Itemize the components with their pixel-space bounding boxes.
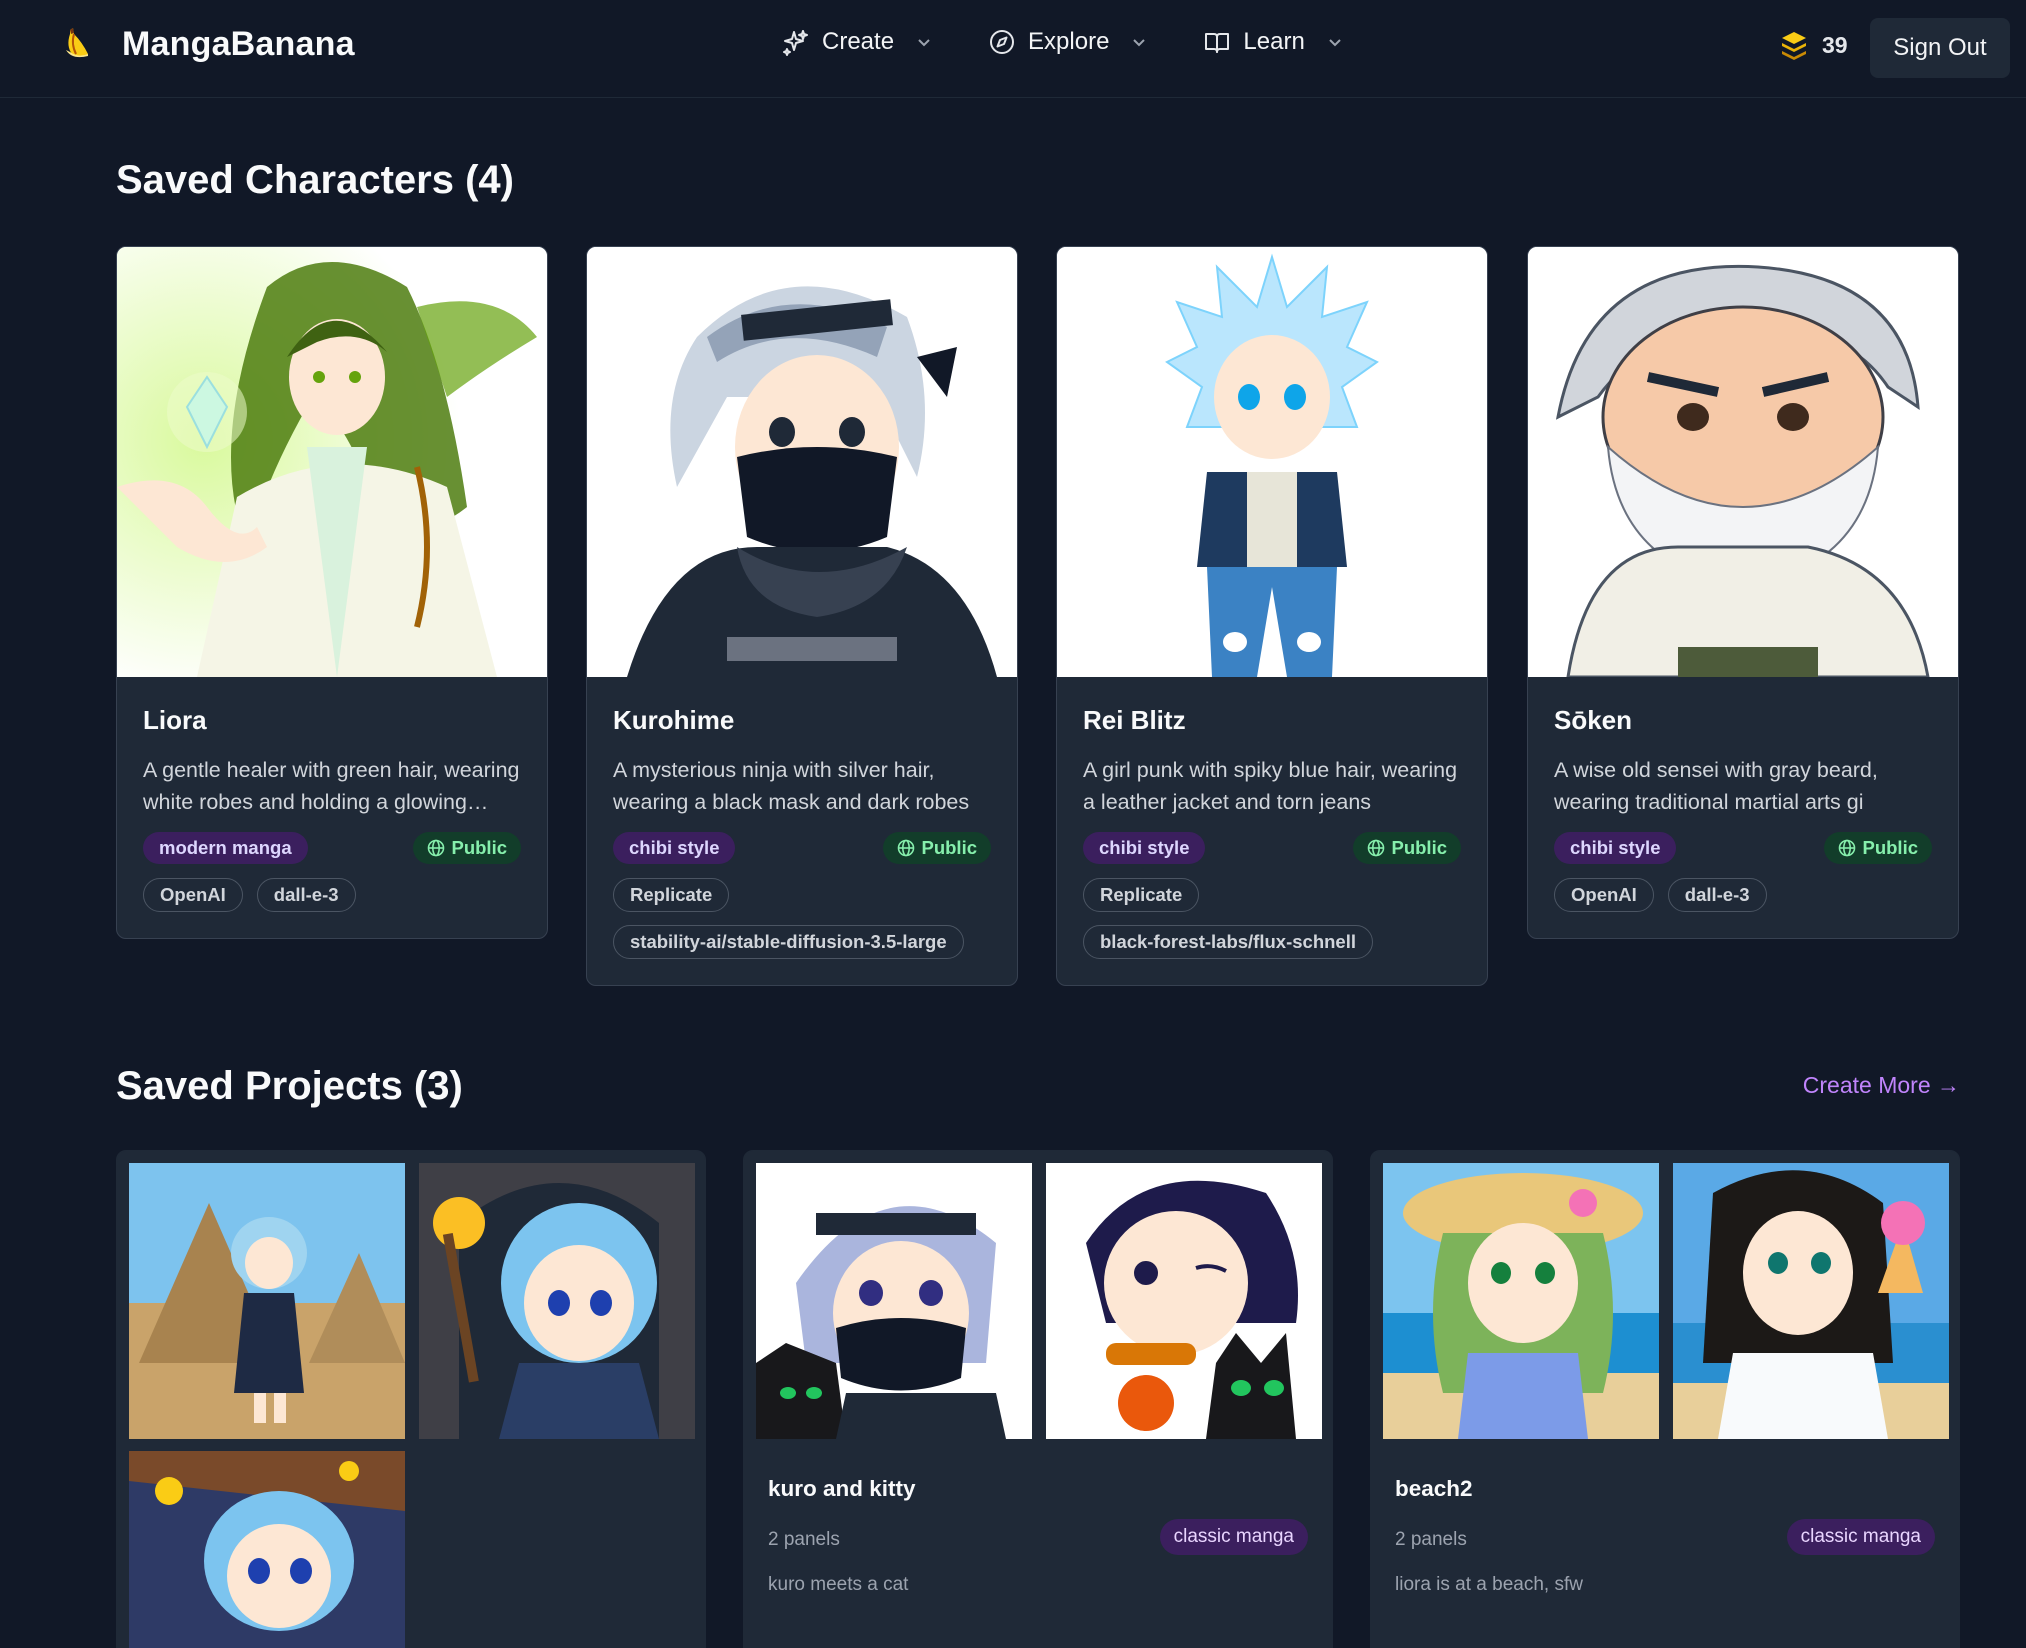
nav-learn[interactable]: Learn: [1203, 28, 1342, 56]
character-name: Kurohime: [613, 705, 735, 735]
credits-counter[interactable]: 39: [1780, 30, 1848, 60]
provider-tag: OpenAI: [143, 878, 243, 912]
public-label: Public: [921, 837, 977, 858]
banana-logo-icon: [66, 28, 88, 58]
chevron-down-icon: [1133, 39, 1146, 47]
model-tag: black-forest-labs/flux-schnell: [1083, 925, 1373, 959]
panel-thumbnail[interactable]: [1046, 1163, 1322, 1439]
style-badge: modern manga: [143, 832, 308, 864]
project-description: liora is at a beach, sfw: [1395, 1574, 1583, 1595]
public-label: Public: [451, 837, 507, 858]
model-tag: stability-ai/stable-diffusion-3.5-large: [613, 925, 964, 959]
coin-stack-icon: [1782, 32, 1806, 60]
character-card[interactable]: Sōken A wise old sensei with gray beard,…: [1527, 246, 1959, 939]
character-image[interactable]: [1528, 247, 1958, 677]
project-title: beach2: [1395, 1476, 1473, 1501]
project-description: kuro meets a cat: [768, 1574, 909, 1595]
saved-projects-title: Saved Projects (3): [116, 1064, 463, 1108]
public-label: Public: [1391, 837, 1447, 858]
character-name: Rei Blitz: [1083, 705, 1186, 735]
nav-explore[interactable]: Explore: [988, 28, 1147, 56]
panel-thumbnail[interactable]: [419, 1163, 695, 1439]
character-description: A mysterious ninja with silver hair, wea…: [613, 758, 970, 814]
style-badge: chibi style: [1554, 832, 1677, 864]
style-badge: classic manga: [1786, 1519, 1935, 1555]
public-badge: Public: [883, 832, 991, 864]
model-tag: dall-e-3: [256, 878, 356, 912]
provider-tag: Replicate: [1083, 878, 1200, 912]
style-badge: classic manga: [1159, 1519, 1308, 1555]
globe-icon: [898, 839, 915, 857]
brand[interactable]: MangaBanana: [62, 24, 355, 64]
model-tag: dall-e-3: [1667, 878, 1767, 912]
project-title: kuro and kitty: [768, 1476, 916, 1501]
character-description: A wise old sensei with gray beard, weari…: [1554, 758, 1878, 814]
provider-tag: OpenAI: [1554, 878, 1654, 912]
globe-icon: [1839, 839, 1856, 857]
character-card[interactable]: Liora A gentle healer with green hair, w…: [116, 246, 548, 939]
panel-thumbnail[interactable]: [129, 1451, 405, 1648]
saved-characters-title: Saved Characters (4): [116, 158, 514, 202]
public-badge: Public: [1824, 832, 1932, 864]
public-badge: Public: [413, 832, 521, 864]
top-navigation: MangaBanana Create Explore Learn 39 Sign…: [0, 0, 2026, 98]
brand-name: MangaBanana: [122, 24, 355, 63]
panel-thumbnail[interactable]: [756, 1163, 1032, 1439]
style-badge: chibi style: [613, 832, 736, 864]
create-more-link[interactable]: Create More →: [1803, 1072, 1960, 1099]
main-menu: Create Explore Learn: [782, 28, 1343, 56]
project-panel-count: 2 panels: [1395, 1529, 1467, 1550]
credits-value: 39: [1822, 31, 1848, 58]
character-description: A girl punk with spiky blue hair, wearin…: [1083, 758, 1458, 814]
project-card[interactable]: [116, 1150, 706, 1648]
public-label: Public: [1862, 837, 1918, 858]
chevron-down-icon: [918, 39, 930, 47]
compass-icon: [990, 30, 1015, 54]
character-image[interactable]: [1057, 247, 1487, 677]
character-name: Sōken: [1554, 705, 1633, 735]
panel-thumbnail[interactable]: [129, 1163, 405, 1439]
globe-icon: [1368, 839, 1385, 857]
project-card[interactable]: kuro and kitty 2 panels classic manga ku…: [743, 1150, 1333, 1648]
chevron-down-icon: [1329, 39, 1341, 47]
character-description: A gentle healer with green hair, wearing…: [143, 758, 520, 814]
character-image[interactable]: [117, 247, 547, 677]
book-icon: [1205, 33, 1230, 53]
style-badge: chibi style: [1083, 832, 1206, 864]
character-name: Liora: [143, 705, 207, 735]
character-image[interactable]: [587, 247, 1017, 677]
project-card[interactable]: beach2 2 panels classic manga liora is a…: [1370, 1150, 1960, 1648]
panel-thumbnail[interactable]: [1673, 1163, 1949, 1439]
sign-out-button[interactable]: Sign Out: [1870, 18, 2010, 78]
project-panel-count: 2 panels: [768, 1529, 840, 1550]
character-card[interactable]: Kurohime A mysterious ninja with silver …: [586, 246, 1018, 986]
panel-thumbnail[interactable]: [1383, 1163, 1659, 1439]
nav-create-label: Create: [822, 28, 895, 55]
provider-tag: Replicate: [613, 878, 730, 912]
nav-create[interactable]: Create: [782, 28, 932, 56]
nav-explore-label: Explore: [1028, 28, 1110, 55]
sparkles-icon: [783, 30, 808, 56]
globe-icon: [428, 839, 445, 857]
nav-learn-label: Learn: [1243, 28, 1305, 55]
public-badge: Public: [1353, 832, 1461, 864]
character-card[interactable]: Rei Blitz A girl punk with spiky blue ha…: [1056, 246, 1488, 986]
